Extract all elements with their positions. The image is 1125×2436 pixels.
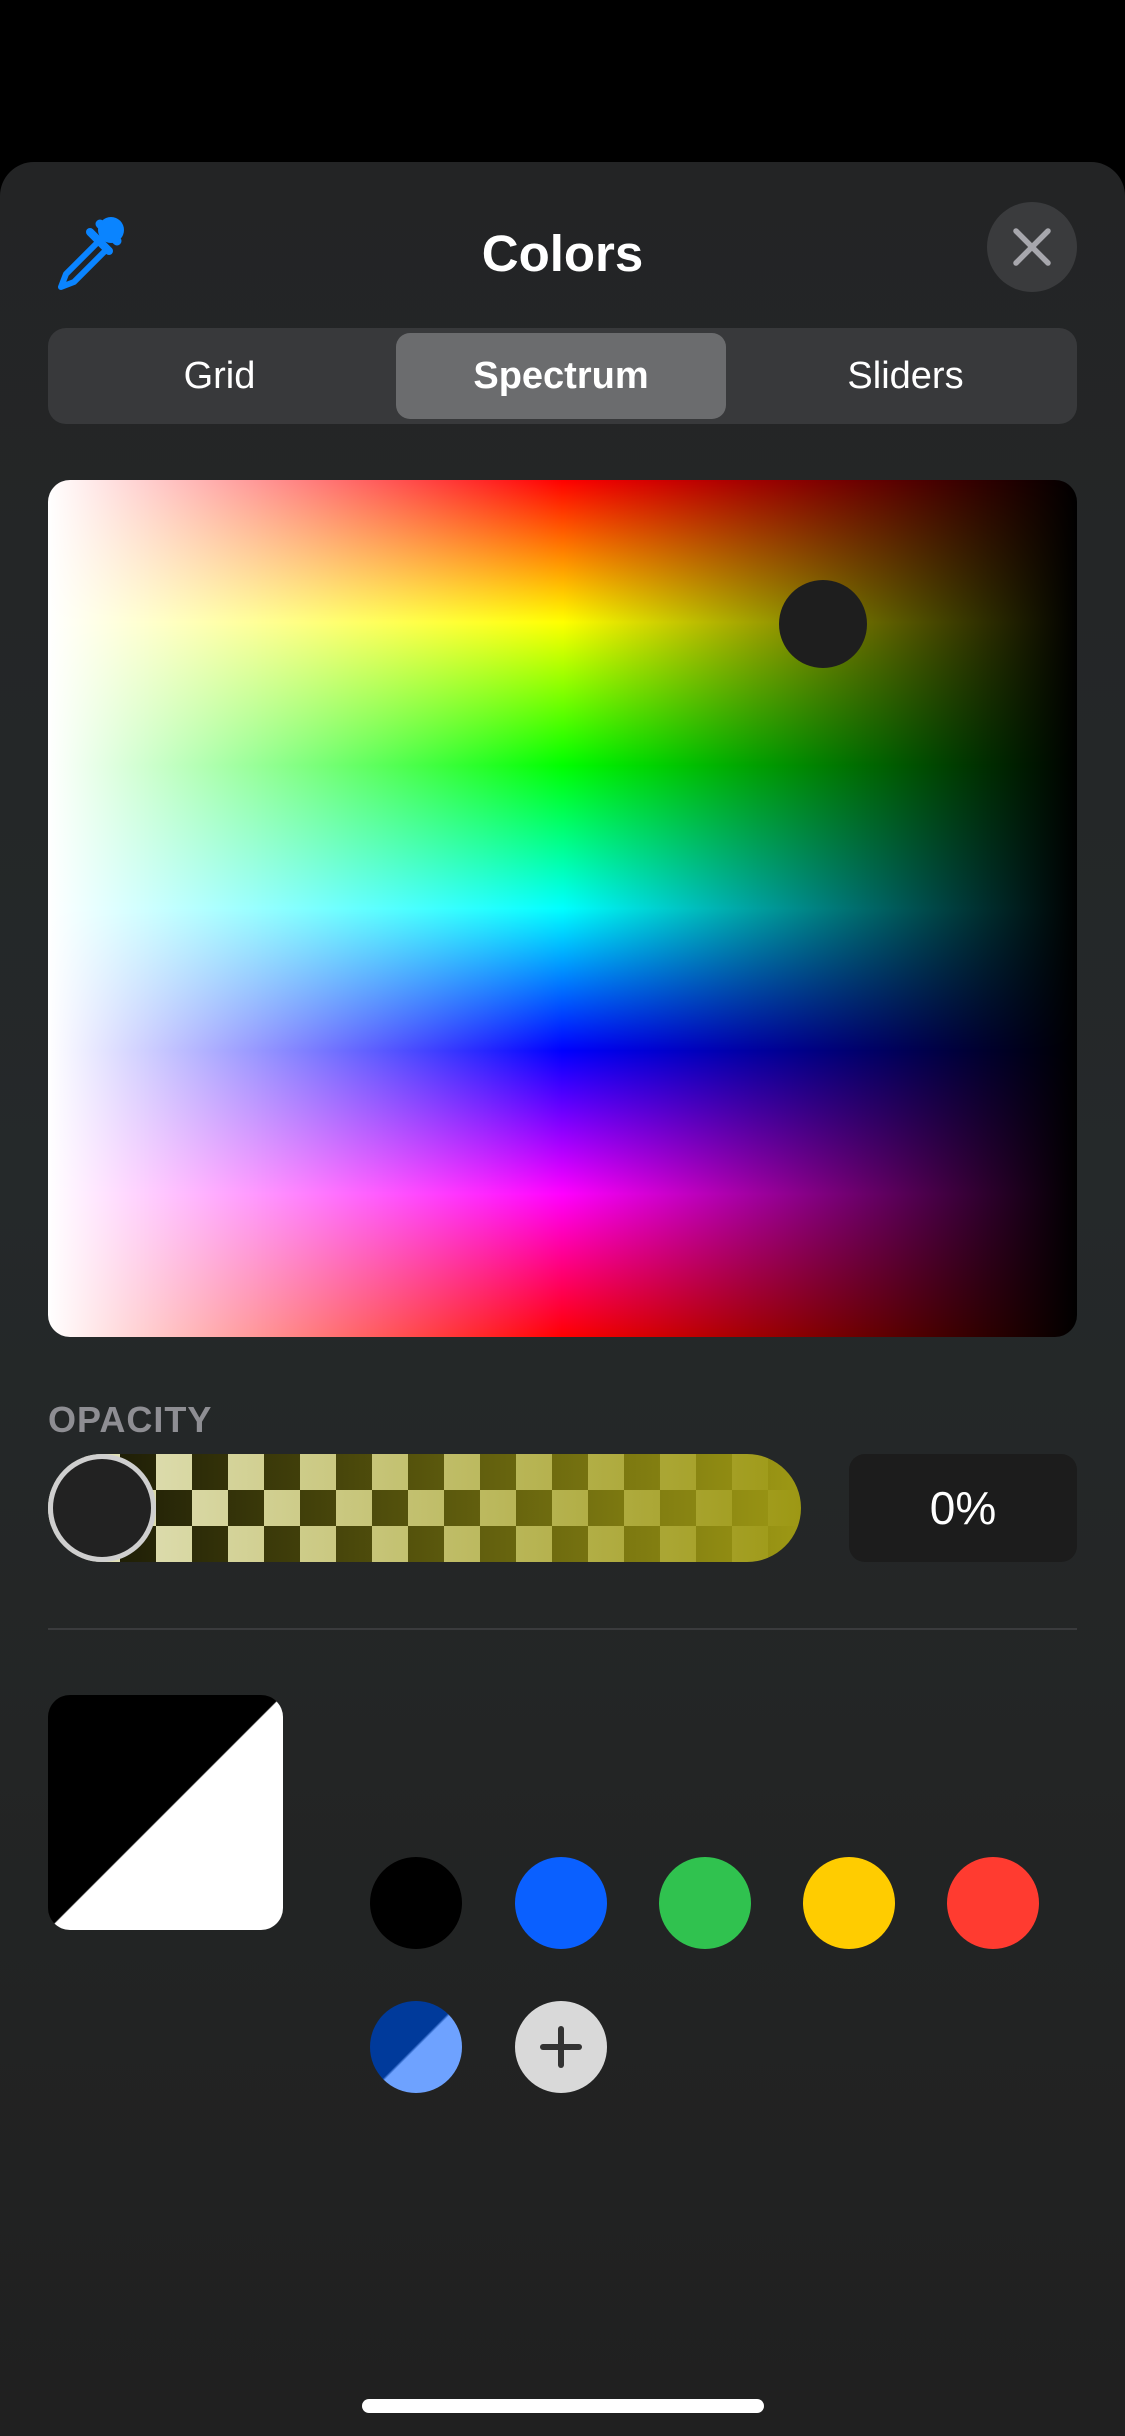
color-picker-sheet: Colors Grid Spectrum Sliders OPACITY 0%: [0, 162, 1125, 2436]
spectrum-selection-knob[interactable]: [779, 580, 867, 668]
close-button[interactable]: [987, 202, 1077, 292]
add-swatch-button[interactable]: [515, 2001, 607, 2093]
swatch-black[interactable]: [370, 1857, 462, 1949]
color-spectrum[interactable]: [48, 480, 1077, 1337]
opacity-label: OPACITY: [48, 1399, 213, 1440]
swatch-yellow[interactable]: [803, 1857, 895, 1949]
eyedropper-icon[interactable]: [50, 212, 130, 292]
tab-spectrum[interactable]: Spectrum: [396, 333, 726, 419]
mode-segmented-control: Grid Spectrum Sliders: [48, 328, 1077, 424]
sheet-title: Colors: [481, 225, 644, 282]
opacity-slider-thumb[interactable]: [48, 1454, 156, 1562]
opacity-slider[interactable]: [48, 1454, 801, 1562]
swatch-blue[interactable]: [515, 1857, 607, 1949]
current-color-swatch[interactable]: [48, 1695, 283, 1930]
divider: [48, 1628, 1077, 1630]
close-icon: [1013, 228, 1051, 266]
opacity-value-field[interactable]: 0%: [849, 1454, 1077, 1562]
swatch-green[interactable]: [659, 1857, 751, 1949]
home-indicator: [362, 2399, 764, 2413]
tab-sliders[interactable]: Sliders: [734, 328, 1077, 424]
plus-icon: [540, 2026, 582, 2068]
swatch-two-tone-blue[interactable]: [370, 2001, 462, 2093]
eyedropper-glyph: [58, 217, 124, 290]
tab-grid[interactable]: Grid: [48, 328, 391, 424]
swatch-red[interactable]: [947, 1857, 1039, 1949]
